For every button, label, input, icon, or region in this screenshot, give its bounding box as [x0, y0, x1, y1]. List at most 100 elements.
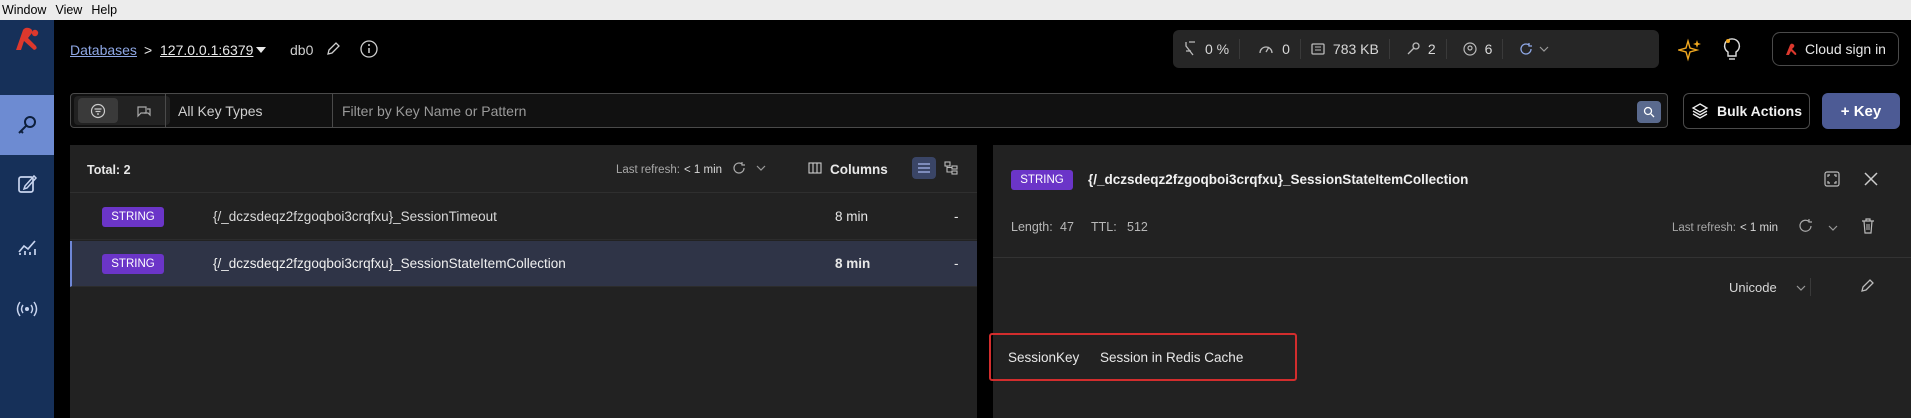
filter-mode-button[interactable]	[78, 98, 118, 123]
table-row[interactable]: STRING {/_dczsdeqz2fzgoqboi3crqfxu}_Sess…	[70, 194, 977, 240]
db-index: db0	[290, 42, 314, 58]
database-stats: 0 % 0 783 KB 2 6	[1173, 30, 1659, 68]
cloud-signin-label: Cloud sign in	[1805, 41, 1886, 57]
pencil-icon[interactable]	[1859, 278, 1875, 294]
last-refresh-label: Last refresh:	[1672, 222, 1736, 234]
bulk-actions-button[interactable]: Bulk Actions	[1683, 93, 1810, 129]
key-name-title[interactable]: {/_dczsdeqz2fzgoqboi3crqfxu}_SessionStat…	[1088, 172, 1468, 187]
layers-icon	[1691, 102, 1709, 120]
last-refresh-value: < 1 min	[1740, 222, 1779, 234]
ttl-label: TTL:	[1091, 220, 1117, 234]
sidebar-item-workbench[interactable]	[0, 155, 54, 213]
cpu-icon	[1183, 41, 1197, 57]
cloud-signin-button[interactable]: Cloud sign in	[1772, 32, 1899, 66]
last-refresh-label: Last refresh:	[616, 164, 680, 176]
tree-icon	[944, 161, 958, 175]
chevron-down-icon[interactable]	[756, 164, 766, 172]
stat-memory: 783 KB	[1301, 39, 1390, 59]
stat-cpu-value: 0 %	[1205, 41, 1230, 57]
close-icon[interactable]	[1862, 170, 1880, 188]
refresh-icon	[1519, 42, 1533, 56]
broadcast-icon	[16, 298, 38, 320]
auto-refresh-control[interactable]	[1503, 39, 1559, 59]
analytics-icon	[16, 236, 38, 258]
database-dropdown-icon[interactable]	[255, 45, 267, 55]
total-count: Total: 2	[87, 163, 131, 177]
chevron-down-icon	[1539, 45, 1549, 53]
key-icon	[16, 114, 38, 136]
filter-mode-toggle	[74, 96, 170, 125]
table-row[interactable]: STRING {/_dczsdeqz2fzgoqboi3crqfxu}_Sess…	[70, 241, 977, 287]
key-type-value: All Key Types	[178, 102, 263, 119]
format-select[interactable]: Unicode	[1729, 280, 1777, 295]
stat-clients-value: 6	[1484, 41, 1493, 57]
add-key-label: + Key	[1840, 102, 1882, 120]
sparkle-icon[interactable]	[1678, 38, 1702, 62]
refresh-icon[interactable]	[1798, 218, 1814, 234]
user-circle-icon	[1463, 42, 1477, 56]
bulk-actions-label: Bulk Actions	[1716, 103, 1803, 119]
key-name: {/_dczsdeqz2fzgoqboi3crqfxu}_SessionTime…	[213, 209, 497, 224]
edit-icon	[16, 173, 38, 195]
menu-view[interactable]: View	[53, 3, 89, 17]
sidebar-item-browser[interactable]	[0, 95, 54, 155]
info-icon[interactable]	[359, 39, 379, 59]
key-size: -	[954, 256, 959, 271]
search-button[interactable]	[1637, 101, 1661, 123]
sidebar-item-pubsub[interactable]	[0, 280, 54, 338]
add-key-button[interactable]: + Key	[1822, 93, 1900, 129]
stat-keys: 2	[1390, 39, 1447, 59]
columns-button[interactable]: Columns	[830, 162, 888, 177]
chat-icon	[136, 103, 152, 119]
refresh-icon[interactable]	[732, 161, 746, 175]
ttl-value[interactable]: 512	[1127, 220, 1148, 234]
stat-ops: 0	[1240, 39, 1301, 59]
database-name[interactable]: 127.0.0.1:6379	[160, 42, 253, 58]
filter-icon	[90, 103, 106, 119]
breadcrumb-databases[interactable]: Databases	[70, 42, 137, 58]
menu-window[interactable]: Window	[0, 3, 53, 17]
sidebar-item-analysis[interactable]	[0, 218, 54, 276]
last-refresh-value: < 1 min	[684, 164, 723, 176]
type-badge: STRING	[1011, 170, 1073, 190]
chevron-down-icon[interactable]	[1796, 284, 1806, 292]
key-type-select[interactable]: All Key Types	[165, 94, 333, 127]
key-size: -	[954, 209, 959, 224]
redis-logo-icon[interactable]	[12, 24, 42, 54]
columns-icon	[808, 161, 822, 175]
chevron-down-icon[interactable]	[1828, 224, 1838, 232]
stat-clients: 6	[1447, 39, 1504, 59]
length-label: Length:	[1011, 220, 1053, 234]
stat-keys-value: 2	[1427, 41, 1436, 57]
redis-logo-icon	[1785, 42, 1799, 56]
pencil-icon[interactable]	[325, 41, 341, 57]
divider	[993, 257, 1911, 258]
menubar: Window View Help	[0, 0, 1911, 20]
key-name: {/_dczsdeqz2fzgoqboi3crqfxu}_SessionStat…	[213, 256, 566, 271]
stat-ops-value: 0	[1282, 41, 1290, 57]
lightbulb-icon[interactable]	[1722, 36, 1742, 62]
type-badge: STRING	[102, 254, 164, 274]
stat-cpu: 0 %	[1173, 39, 1241, 59]
key-ttl: 8 min	[835, 209, 869, 224]
stat-memory-value: 783 KB	[1332, 41, 1379, 57]
key-list-header: Total: 2 Last refresh: < 1 min Columns	[70, 145, 977, 193]
value-key: SessionKey	[1008, 350, 1080, 365]
tree-view-toggle[interactable]	[944, 161, 958, 175]
list-view-toggle[interactable]	[912, 157, 936, 179]
length-value: 47	[1060, 220, 1074, 234]
type-badge: STRING	[102, 207, 164, 227]
trash-icon[interactable]	[1860, 217, 1876, 235]
memory-icon	[1311, 42, 1325, 56]
gauge-icon	[1258, 42, 1274, 56]
key-ttl: 8 min	[835, 256, 871, 271]
search-icon	[1643, 106, 1655, 118]
fullscreen-icon[interactable]	[1823, 170, 1841, 188]
key-small-icon	[1406, 42, 1420, 56]
list-icon	[917, 162, 931, 174]
search-mode-button[interactable]	[124, 98, 164, 123]
divider	[1810, 278, 1811, 296]
breadcrumb-separator: >	[144, 42, 153, 58]
menu-help[interactable]: Help	[89, 3, 124, 17]
search-input[interactable]	[342, 97, 1632, 124]
